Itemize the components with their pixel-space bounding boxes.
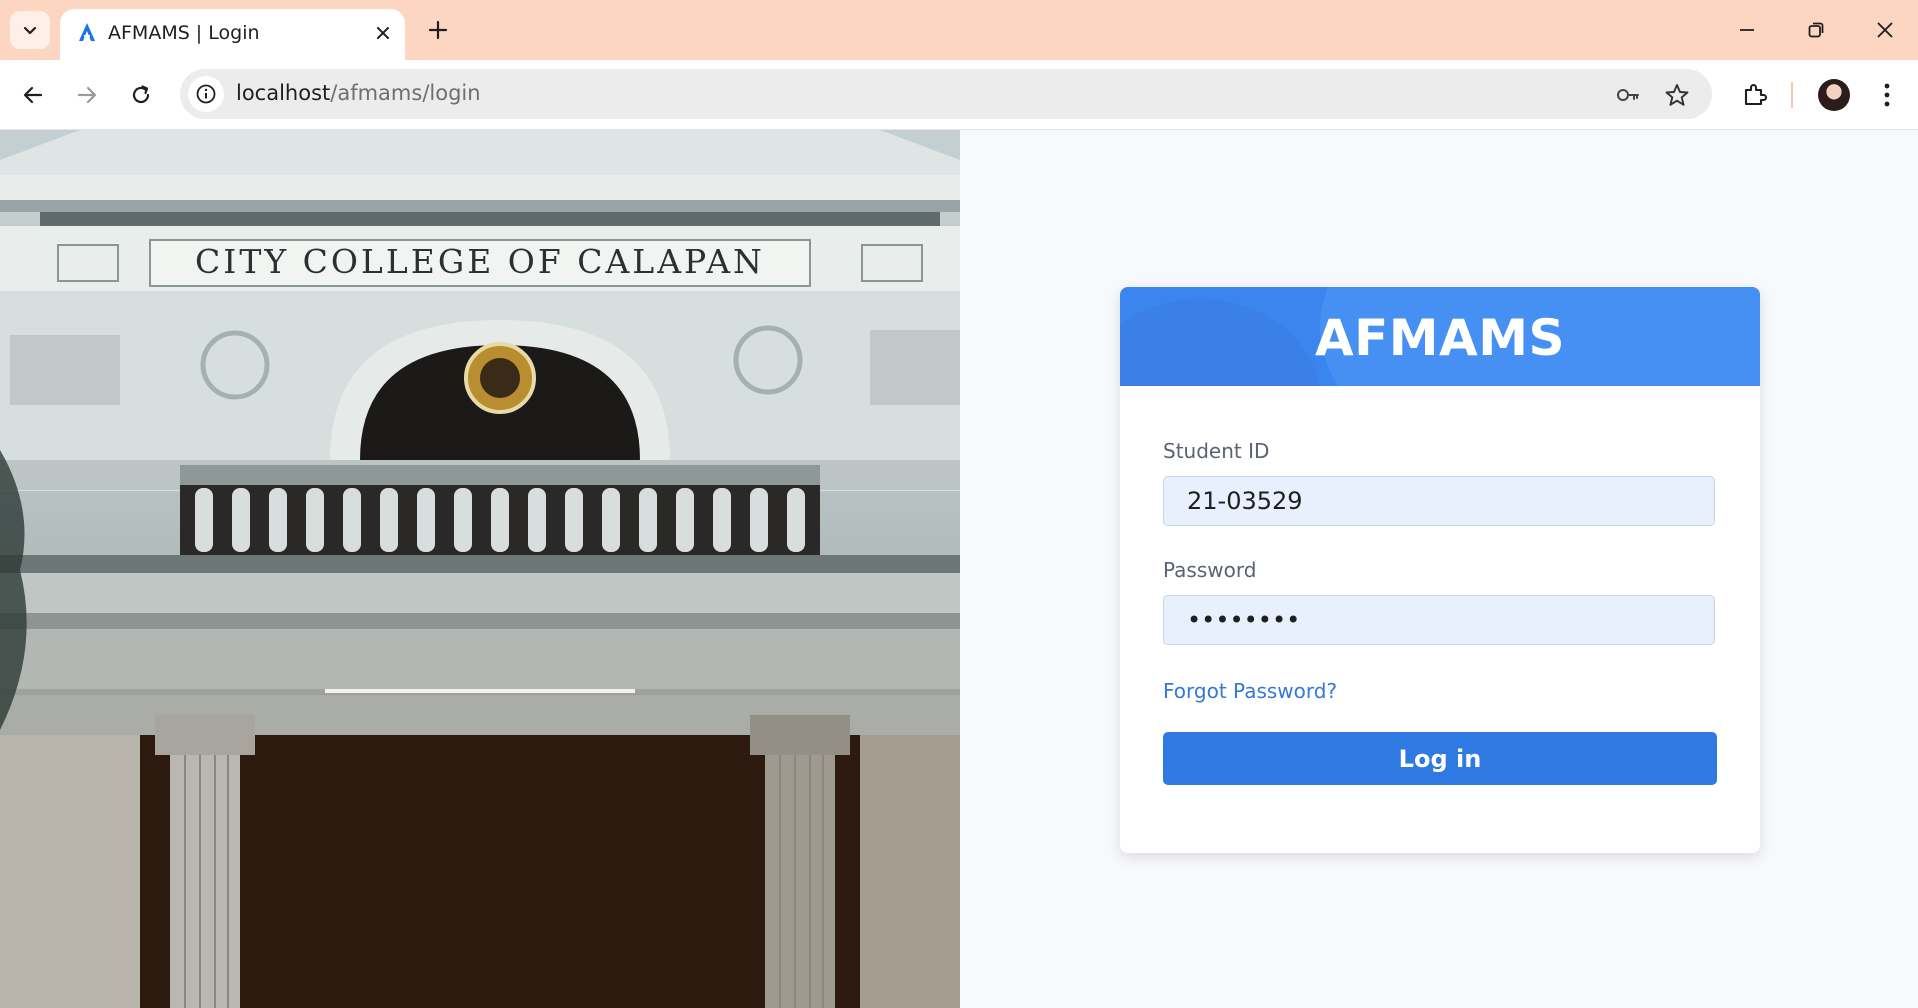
site-info-icon <box>196 84 216 104</box>
browser-menu-button[interactable] <box>1871 79 1903 111</box>
campus-building-image: CITY COLLEGE OF CALAPAN <box>0 130 960 1008</box>
login-card: AFMAMS Student ID Password Forgot Passwo… <box>1120 287 1760 853</box>
minimize-icon <box>1740 29 1754 31</box>
close-tab-icon[interactable] <box>373 23 393 43</box>
extensions-button[interactable] <box>1738 79 1770 111</box>
forgot-password-link[interactable]: Forgot Password? <box>1163 679 1337 703</box>
close-window-icon <box>1877 22 1893 38</box>
app-title: AFMAMS <box>1314 309 1566 367</box>
chevron-down-icon <box>23 26 37 35</box>
bookmark-button[interactable] <box>1664 82 1690 108</box>
building-sign-text: CITY COLLEGE OF CALAPAN <box>195 242 765 281</box>
card-header: AFMAMS <box>1120 287 1760 386</box>
browser-toolbar: localhost/afmams/login <box>0 60 1918 130</box>
forward-button[interactable] <box>72 80 102 110</box>
close-window-button[interactable] <box>1869 14 1901 46</box>
password-key-button[interactable] <box>1615 82 1641 108</box>
student-id-input[interactable] <box>1163 476 1715 526</box>
site-info-button[interactable] <box>188 76 224 112</box>
back-icon <box>23 86 43 104</box>
url-text[interactable]: localhost/afmams/login <box>236 81 481 105</box>
active-tab[interactable]: AFMAMS | Login <box>60 9 405 60</box>
url-host: localhost <box>236 81 331 105</box>
menu-dots-icon <box>1884 83 1890 107</box>
browser-tab-bar: AFMAMS | Login <box>0 0 1918 60</box>
tab-list-button[interactable] <box>10 11 50 49</box>
toolbar-separator <box>1791 82 1793 108</box>
student-id-label: Student ID <box>1163 439 1270 463</box>
new-tab-icon[interactable] <box>426 18 450 42</box>
password-key-icon <box>1617 89 1639 101</box>
bookmark-star-icon <box>1665 84 1689 106</box>
restore-icon <box>1808 22 1824 38</box>
password-input[interactable] <box>1163 595 1715 645</box>
restore-button[interactable] <box>1800 14 1832 46</box>
reload-button[interactable] <box>126 80 156 110</box>
back-button[interactable] <box>18 80 48 110</box>
login-button[interactable]: Log in <box>1163 732 1717 785</box>
address-bar[interactable]: localhost/afmams/login <box>180 69 1712 119</box>
password-label: Password <box>1163 558 1257 582</box>
profile-avatar[interactable] <box>1818 79 1850 111</box>
favicon-icon <box>79 23 95 41</box>
reload-icon <box>132 85 150 104</box>
minimize-button[interactable] <box>1731 14 1763 46</box>
forward-icon <box>77 86 97 104</box>
url-path: /afmams/login <box>330 81 481 105</box>
extensions-icon <box>1744 83 1768 106</box>
tab-title: AFMAMS | Login <box>108 22 260 44</box>
